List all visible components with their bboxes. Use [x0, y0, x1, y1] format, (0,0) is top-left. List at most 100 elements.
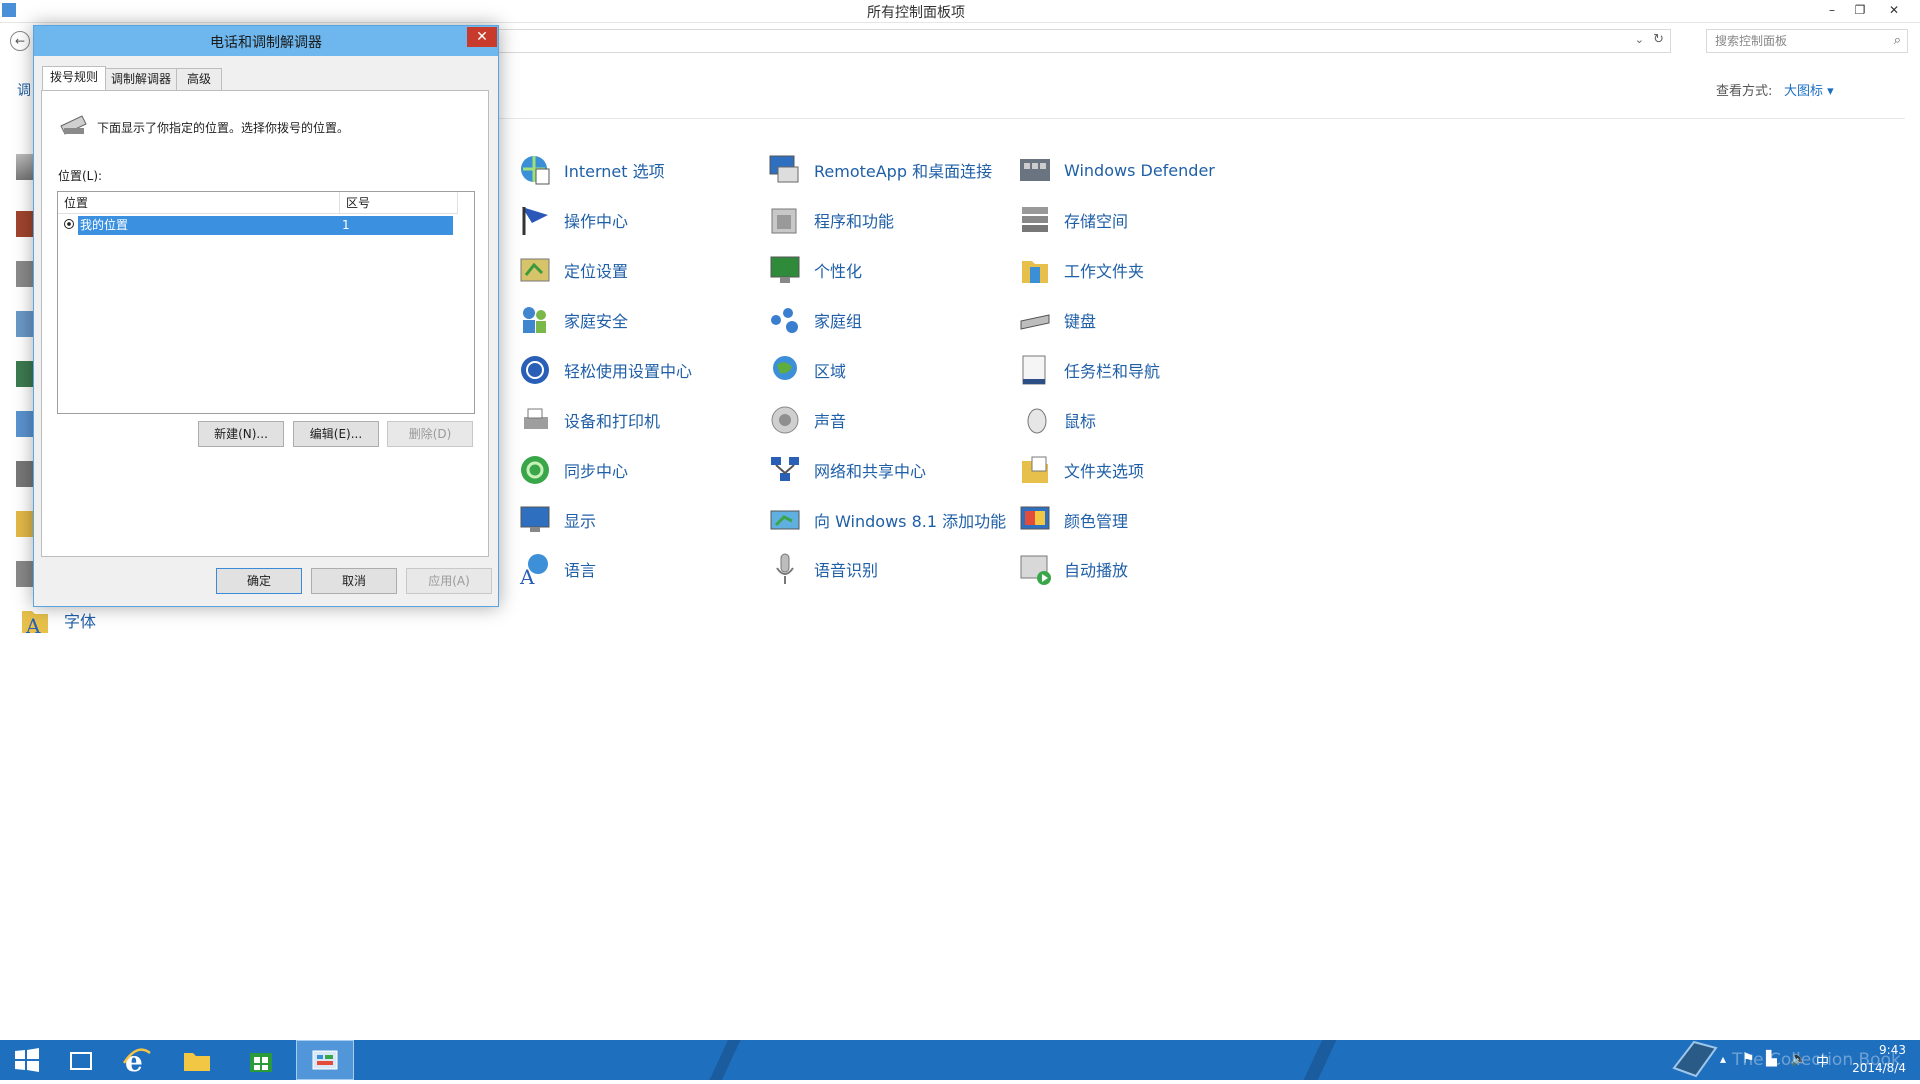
- cp-item-add-features[interactable]: 向 Windows 8.1 添加功能: [768, 500, 1006, 540]
- new-location-button[interactable]: 新建(N)...: [198, 421, 284, 447]
- cp-item-windows-defender[interactable]: Windows Defender: [1018, 150, 1215, 190]
- taskbar-internet-explorer[interactable]: e: [110, 1040, 164, 1080]
- table-row[interactable]: 我的位置 1: [78, 216, 453, 235]
- address-bar[interactable]: ⌄ ↻: [490, 29, 1671, 53]
- cp-item-network-sharing[interactable]: 网络和共享中心: [768, 450, 926, 490]
- cp-item-display[interactable]: 显示: [518, 500, 596, 540]
- sync-center-icon: [518, 453, 552, 487]
- delete-location-button[interactable]: 删除(D): [387, 421, 473, 447]
- minimize-button[interactable]: –: [1818, 0, 1846, 20]
- cp-item-action-center[interactable]: 操作中心: [518, 200, 628, 240]
- restore-button[interactable]: ❐: [1846, 0, 1874, 20]
- language-icon: A: [518, 552, 552, 589]
- tab-dialing-rules[interactable]: 拨号规则: [42, 66, 106, 91]
- location-settings-icon: [518, 253, 552, 287]
- windows-defender-icon: [1018, 153, 1052, 187]
- cp-item-programs-features[interactable]: 程序和功能: [768, 200, 894, 240]
- cp-item-folder-options[interactable]: 文件夹选项: [1018, 450, 1144, 490]
- add-features-icon: [768, 503, 802, 537]
- taskbar-store[interactable]: [234, 1040, 288, 1080]
- cp-item-region[interactable]: 区域: [768, 350, 846, 390]
- locations-listview[interactable]: 位置 区号 我的位置 1: [57, 191, 475, 414]
- refresh-icon[interactable]: ↻: [1653, 32, 1664, 47]
- cp-item-speech-recognition[interactable]: 语音识别: [768, 549, 878, 589]
- cp-item-storage-spaces[interactable]: 存储空间: [1018, 200, 1128, 240]
- cp-item-keyboard[interactable]: 键盘: [1018, 300, 1096, 340]
- action-center-flag-icon: [518, 203, 552, 237]
- phone-modem-dialog: 电话和调制解调器 ✕ 拨号规则 调制解调器 高级 下面显示了你指定的位置。选择你…: [33, 25, 499, 607]
- cancel-button[interactable]: 取消: [311, 568, 397, 594]
- devices-printers-icon: [518, 403, 552, 437]
- cp-item-devices-printers[interactable]: 设备和打印机: [518, 400, 660, 440]
- internet-options-icon: [518, 153, 552, 187]
- locations-label: 位置(L):: [58, 169, 103, 183]
- search-icon[interactable]: ⌕: [1894, 30, 1901, 52]
- close-window-button[interactable]: ✕: [1880, 0, 1908, 20]
- cp-item-ease-of-access[interactable]: 轻松使用设置中心: [518, 350, 692, 390]
- color-management-icon: [1018, 503, 1052, 537]
- back-arrow-icon[interactable]: ←: [10, 31, 30, 51]
- edit-location-button[interactable]: 编辑(E)...: [293, 421, 379, 447]
- cp-item-sound[interactable]: 声音: [768, 400, 846, 440]
- region-icon: [768, 353, 802, 387]
- ime-indicator[interactable]: 中: [1816, 1051, 1829, 1070]
- personalization-icon: [768, 253, 802, 287]
- cp-item-work-folders[interactable]: 工作文件夹: [1018, 250, 1144, 290]
- window-icon: [70, 1052, 92, 1070]
- apply-button[interactable]: 应用(A): [406, 568, 492, 594]
- network-tray-icon[interactable]: ▙: [1766, 1051, 1777, 1067]
- work-folders-icon: [1018, 253, 1052, 287]
- volume-tray-icon[interactable]: 🔈: [1790, 1051, 1807, 1067]
- view-mode-dropdown[interactable]: 大图标 ▾: [1784, 80, 1834, 99]
- taskbar-task-view[interactable]: [54, 1040, 108, 1080]
- clock-time[interactable]: 9:43: [1879, 1043, 1906, 1057]
- cp-item-personalization[interactable]: 个性化: [768, 250, 862, 290]
- show-hidden-icons-icon[interactable]: ▴: [1720, 1052, 1726, 1066]
- column-header-area-code[interactable]: 区号: [340, 192, 458, 214]
- mouse-icon: [1018, 403, 1052, 437]
- search-input[interactable]: 搜索控制面板 ⌕: [1706, 29, 1908, 53]
- dialog-close-button[interactable]: ✕: [467, 27, 497, 47]
- dialog-titlebar[interactable]: 电话和调制解调器 ✕: [34, 26, 498, 56]
- tab-modems[interactable]: 调制解调器: [105, 68, 177, 90]
- cp-item-taskbar-navigation[interactable]: 任务栏和导航: [1018, 350, 1160, 390]
- current-location-icon: [64, 219, 74, 229]
- clock-date[interactable]: 2014/8/4: [1852, 1061, 1906, 1075]
- phone-icon: [58, 112, 88, 142]
- taskbar-file-explorer[interactable]: [170, 1040, 224, 1080]
- column-header-location[interactable]: 位置: [58, 192, 340, 214]
- view-by-label: 查看方式:: [1716, 84, 1773, 99]
- row-area-code: 1: [342, 218, 350, 232]
- autoplay-icon: [1018, 552, 1052, 586]
- display-icon: [518, 503, 552, 537]
- remoteapp-icon: [768, 153, 802, 187]
- address-dropdown-icon[interactable]: ⌄: [1635, 33, 1644, 46]
- family-safety-icon: [518, 303, 552, 337]
- ok-button[interactable]: 确定: [216, 568, 302, 594]
- search-placeholder: 搜索控制面板: [1715, 34, 1788, 48]
- homegroup-icon: [768, 303, 802, 337]
- left-partial-link[interactable]: 调: [17, 80, 31, 100]
- cp-item-mouse[interactable]: 鼠标: [1018, 400, 1096, 440]
- ease-of-access-icon: [518, 353, 552, 387]
- action-center-tray-icon[interactable]: ⚑: [1742, 1051, 1755, 1067]
- row-location: 我的位置: [80, 218, 129, 232]
- cp-item-remoteapp[interactable]: RemoteApp 和桌面连接: [768, 150, 992, 190]
- tab-advanced[interactable]: 高级: [176, 68, 222, 90]
- cp-item-color-management[interactable]: 颜色管理: [1018, 500, 1128, 540]
- cp-item-homegroup[interactable]: 家庭组: [768, 300, 862, 340]
- wallpaper-stripe: [1285, 1040, 1355, 1080]
- programs-features-icon: [768, 203, 802, 237]
- cp-item-family-safety[interactable]: 家庭安全: [518, 300, 628, 340]
- cp-item-internet-options[interactable]: Internet 选项: [518, 150, 665, 190]
- cp-item-sync-center[interactable]: 同步中心: [518, 450, 628, 490]
- cp-item-location-settings[interactable]: 定位设置: [518, 250, 628, 290]
- keyboard-icon: [1018, 303, 1052, 337]
- cp-item-language[interactable]: A 语言: [518, 549, 596, 589]
- window-titlebar: 所有控制面板项 – ❐ ✕: [0, 0, 1920, 23]
- taskbar-control-panel[interactable]: [296, 1040, 354, 1080]
- start-button[interactable]: [0, 1040, 54, 1080]
- taskbar: e The Collection Book ▴ ⚑ ▙ 🔈 中 9:43 201…: [0, 1040, 1920, 1080]
- cp-item-autoplay[interactable]: 自动播放: [1018, 549, 1128, 589]
- svg-text:A: A: [519, 565, 535, 586]
